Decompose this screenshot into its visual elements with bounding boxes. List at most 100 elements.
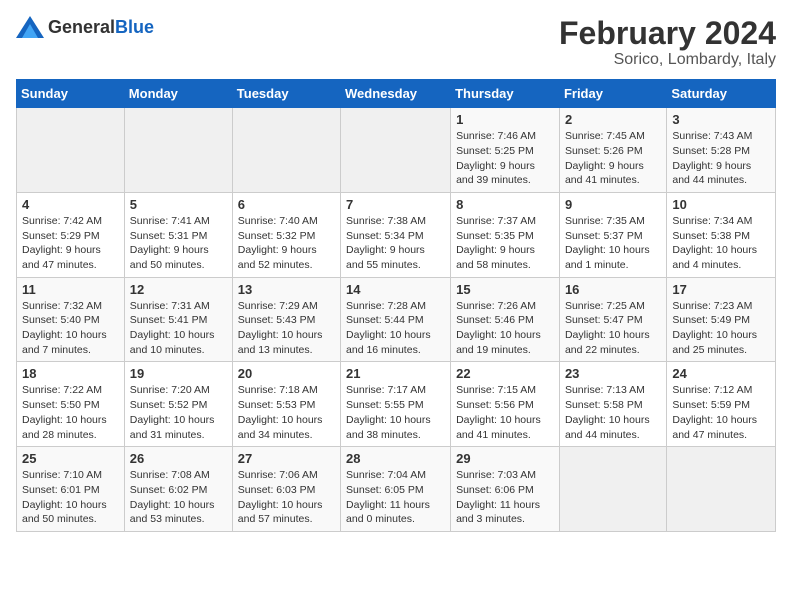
logo: GeneralBlue	[16, 16, 154, 38]
calendar-table: SundayMondayTuesdayWednesdayThursdayFrid…	[16, 79, 776, 532]
calendar-cell: 18 Sunrise: 7:22 AM Sunset: 5:50 PM Dayli…	[17, 362, 125, 447]
calendar-cell: 11 Sunrise: 7:32 AM Sunset: 5:40 PM Dayli…	[17, 277, 125, 362]
calendar-cell: 29 Sunrise: 7:03 AM Sunset: 6:06 PM Dayli…	[451, 447, 560, 532]
calendar-cell	[341, 108, 451, 193]
calendar-week-row: 25 Sunrise: 7:10 AM Sunset: 6:01 PM Dayli…	[17, 447, 776, 532]
weekday-header-thursday: Thursday	[451, 80, 560, 108]
day-info: Sunrise: 7:08 AM Sunset: 6:02 PM Dayligh…	[130, 468, 227, 527]
day-number: 10	[672, 197, 770, 212]
weekday-header-wednesday: Wednesday	[341, 80, 451, 108]
calendar-cell: 26 Sunrise: 7:08 AM Sunset: 6:02 PM Dayli…	[124, 447, 232, 532]
calendar-cell: 17Sunrise: 7:23 AM Sunset: 5:49 PM Dayli…	[667, 277, 776, 362]
calendar-cell: 12 Sunrise: 7:31 AM Sunset: 5:41 PM Dayli…	[124, 277, 232, 362]
day-number: 6	[238, 197, 335, 212]
weekday-header-friday: Friday	[559, 80, 666, 108]
day-info: Sunrise: 7:28 AM Sunset: 5:44 PM Dayligh…	[346, 299, 445, 358]
day-number: 7	[346, 197, 445, 212]
weekday-header-row: SundayMondayTuesdayWednesdayThursdayFrid…	[17, 80, 776, 108]
day-info: Sunrise: 7:03 AM Sunset: 6:06 PM Dayligh…	[456, 468, 554, 527]
day-number: 9	[565, 197, 661, 212]
day-info: Sunrise: 7:22 AM Sunset: 5:50 PM Dayligh…	[22, 383, 119, 442]
calendar-cell	[17, 108, 125, 193]
day-info: Sunrise: 7:12 AM Sunset: 5:59 PM Dayligh…	[672, 383, 770, 442]
day-info: Sunrise: 7:35 AM Sunset: 5:37 PM Dayligh…	[565, 214, 661, 273]
day-number: 12	[130, 282, 227, 297]
day-number: 16	[565, 282, 661, 297]
calendar-week-row: 18 Sunrise: 7:22 AM Sunset: 5:50 PM Dayli…	[17, 362, 776, 447]
calendar-cell: 20Sunrise: 7:18 AM Sunset: 5:53 PM Dayli…	[232, 362, 340, 447]
logo-text: GeneralBlue	[48, 17, 154, 38]
day-info: Sunrise: 7:20 AM Sunset: 5:52 PM Dayligh…	[130, 383, 227, 442]
day-info: Sunrise: 7:43 AM Sunset: 5:28 PM Dayligh…	[672, 129, 770, 188]
day-number: 26	[130, 451, 227, 466]
day-info: Sunrise: 7:37 AM Sunset: 5:35 PM Dayligh…	[456, 214, 554, 273]
calendar-cell: 23Sunrise: 7:13 AM Sunset: 5:58 PM Dayli…	[559, 362, 666, 447]
calendar-cell: 2Sunrise: 7:45 AM Sunset: 5:26 PM Daylig…	[559, 108, 666, 193]
day-number: 22	[456, 366, 554, 381]
day-info: Sunrise: 7:26 AM Sunset: 5:46 PM Dayligh…	[456, 299, 554, 358]
day-info: Sunrise: 7:42 AM Sunset: 5:29 PM Dayligh…	[22, 214, 119, 273]
calendar-cell: 6 Sunrise: 7:40 AM Sunset: 5:32 PM Daylig…	[232, 192, 340, 277]
calendar-cell	[232, 108, 340, 193]
day-number: 20	[238, 366, 335, 381]
calendar-cell	[667, 447, 776, 532]
day-number: 19	[130, 366, 227, 381]
day-info: Sunrise: 7:40 AM Sunset: 5:32 PM Dayligh…	[238, 214, 335, 273]
calendar-cell: 28Sunrise: 7:04 AM Sunset: 6:05 PM Dayli…	[341, 447, 451, 532]
day-info: Sunrise: 7:32 AM Sunset: 5:40 PM Dayligh…	[22, 299, 119, 358]
day-info: Sunrise: 7:38 AM Sunset: 5:34 PM Dayligh…	[346, 214, 445, 273]
day-info: Sunrise: 7:31 AM Sunset: 5:41 PM Dayligh…	[130, 299, 227, 358]
day-info: Sunrise: 7:46 AM Sunset: 5:25 PM Dayligh…	[456, 129, 554, 188]
day-number: 18	[22, 366, 119, 381]
day-number: 5	[130, 197, 227, 212]
day-info: Sunrise: 7:17 AM Sunset: 5:55 PM Dayligh…	[346, 383, 445, 442]
title-block: February 2024 Sorico, Lombardy, Italy	[559, 16, 776, 69]
day-info: Sunrise: 7:04 AM Sunset: 6:05 PM Dayligh…	[346, 468, 445, 527]
day-number: 2	[565, 112, 661, 127]
page-subtitle: Sorico, Lombardy, Italy	[559, 51, 776, 69]
day-number: 15	[456, 282, 554, 297]
page-title: February 2024	[559, 16, 776, 51]
day-number: 11	[22, 282, 119, 297]
calendar-cell: 25 Sunrise: 7:10 AM Sunset: 6:01 PM Dayli…	[17, 447, 125, 532]
day-number: 23	[565, 366, 661, 381]
calendar-cell: 22Sunrise: 7:15 AM Sunset: 5:56 PM Dayli…	[451, 362, 560, 447]
day-number: 29	[456, 451, 554, 466]
logo-general: General	[48, 17, 115, 37]
weekday-header-saturday: Saturday	[667, 80, 776, 108]
calendar-cell: 16 Sunrise: 7:25 AM Sunset: 5:47 PM Dayli…	[559, 277, 666, 362]
calendar-cell: 13Sunrise: 7:29 AM Sunset: 5:43 PM Dayli…	[232, 277, 340, 362]
day-number: 27	[238, 451, 335, 466]
calendar-week-row: 11 Sunrise: 7:32 AM Sunset: 5:40 PM Dayli…	[17, 277, 776, 362]
day-info: Sunrise: 7:10 AM Sunset: 6:01 PM Dayligh…	[22, 468, 119, 527]
weekday-header-tuesday: Tuesday	[232, 80, 340, 108]
calendar-cell: 4 Sunrise: 7:42 AM Sunset: 5:29 PM Daylig…	[17, 192, 125, 277]
calendar-cell: 24 Sunrise: 7:12 AM Sunset: 5:59 PM Dayli…	[667, 362, 776, 447]
calendar-cell: 5 Sunrise: 7:41 AM Sunset: 5:31 PM Daylig…	[124, 192, 232, 277]
calendar-cell	[559, 447, 666, 532]
calendar-cell: 10 Sunrise: 7:34 AM Sunset: 5:38 PM Dayli…	[667, 192, 776, 277]
calendar-cell: 15 Sunrise: 7:26 AM Sunset: 5:46 PM Dayli…	[451, 277, 560, 362]
day-info: Sunrise: 7:25 AM Sunset: 5:47 PM Dayligh…	[565, 299, 661, 358]
logo-blue: Blue	[115, 17, 154, 37]
calendar-week-row: 1 Sunrise: 7:46 AM Sunset: 5:25 PM Daylig…	[17, 108, 776, 193]
day-info: Sunrise: 7:41 AM Sunset: 5:31 PM Dayligh…	[130, 214, 227, 273]
day-number: 24	[672, 366, 770, 381]
day-number: 4	[22, 197, 119, 212]
calendar-cell: 7 Sunrise: 7:38 AM Sunset: 5:34 PM Daylig…	[341, 192, 451, 277]
calendar-cell: 14Sunrise: 7:28 AM Sunset: 5:44 PM Dayli…	[341, 277, 451, 362]
day-number: 25	[22, 451, 119, 466]
day-number: 13	[238, 282, 335, 297]
calendar-cell: 8Sunrise: 7:37 AM Sunset: 5:35 PM Daylig…	[451, 192, 560, 277]
calendar-week-row: 4 Sunrise: 7:42 AM Sunset: 5:29 PM Daylig…	[17, 192, 776, 277]
calendar-cell	[124, 108, 232, 193]
day-info: Sunrise: 7:34 AM Sunset: 5:38 PM Dayligh…	[672, 214, 770, 273]
calendar-cell: 3Sunrise: 7:43 AM Sunset: 5:28 PM Daylig…	[667, 108, 776, 193]
calendar-cell: 9 Sunrise: 7:35 AM Sunset: 5:37 PM Daylig…	[559, 192, 666, 277]
day-info: Sunrise: 7:06 AM Sunset: 6:03 PM Dayligh…	[238, 468, 335, 527]
weekday-header-sunday: Sunday	[17, 80, 125, 108]
day-number: 21	[346, 366, 445, 381]
day-number: 17	[672, 282, 770, 297]
day-number: 1	[456, 112, 554, 127]
calendar-cell: 1 Sunrise: 7:46 AM Sunset: 5:25 PM Daylig…	[451, 108, 560, 193]
